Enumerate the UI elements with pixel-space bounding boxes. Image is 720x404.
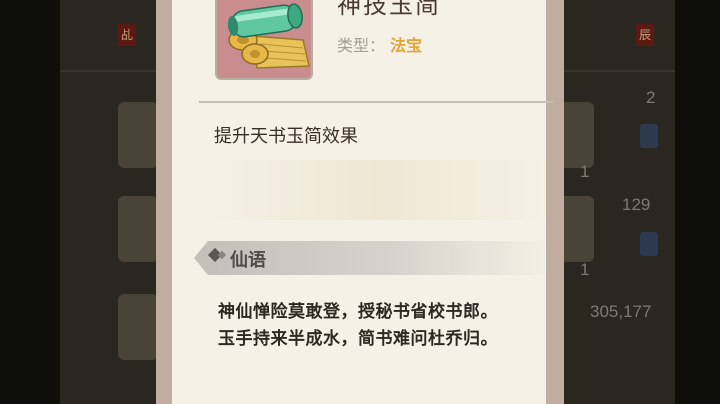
background-stamp: 乩 (118, 24, 136, 46)
lore-line: 玉手持来半成水，简书难问杜乔归。 (218, 329, 498, 349)
item-detail-card: 神技玉简 类型： 法宝 提升天书玉简效果 仙语 神仙惮险莫敢登，授秘书省校书郎。… (156, 0, 564, 404)
item-type-label: 类型： (337, 36, 386, 55)
jade-scroll-bundle-icon (227, 3, 310, 69)
lore-section-label: 仙语 (230, 250, 266, 271)
lore-line: 神仙惮险莫敢登，授秘书省校书郎。 (218, 302, 498, 322)
background-item-slot[interactable] (118, 102, 158, 168)
item-type-value: 法宝 (390, 36, 423, 55)
item-type-row: 类型： 法宝 (337, 32, 422, 56)
background-count: 1 (580, 260, 590, 279)
background-count: 2 (646, 88, 656, 107)
background-item-slot[interactable] (118, 294, 158, 360)
background-rune-icon (640, 124, 658, 148)
background-item-slot[interactable] (118, 196, 158, 262)
background-stamp: 辰 (636, 24, 654, 46)
background-count: 129 (622, 195, 651, 214)
item-description: 提升天书玉简效果 (214, 126, 358, 147)
background-rune-icon (640, 232, 658, 256)
header-divider (199, 101, 553, 103)
lore-poem: 神仙惮险莫敢登，授秘书省校书郎。 玉手持来半成水，简书难问杜乔归。 (218, 299, 498, 353)
background-count: 305,177 (590, 302, 652, 321)
item-icon-frame (215, 0, 313, 80)
background-count: 1 (580, 162, 590, 181)
item-detail-body: 神技玉简 类型： 法宝 提升天书玉简效果 仙语 神仙惮险莫敢登，授秘书省校书郎。… (172, 0, 554, 404)
item-name: 神技玉简 (337, 0, 441, 19)
description-backdrop (202, 160, 552, 220)
